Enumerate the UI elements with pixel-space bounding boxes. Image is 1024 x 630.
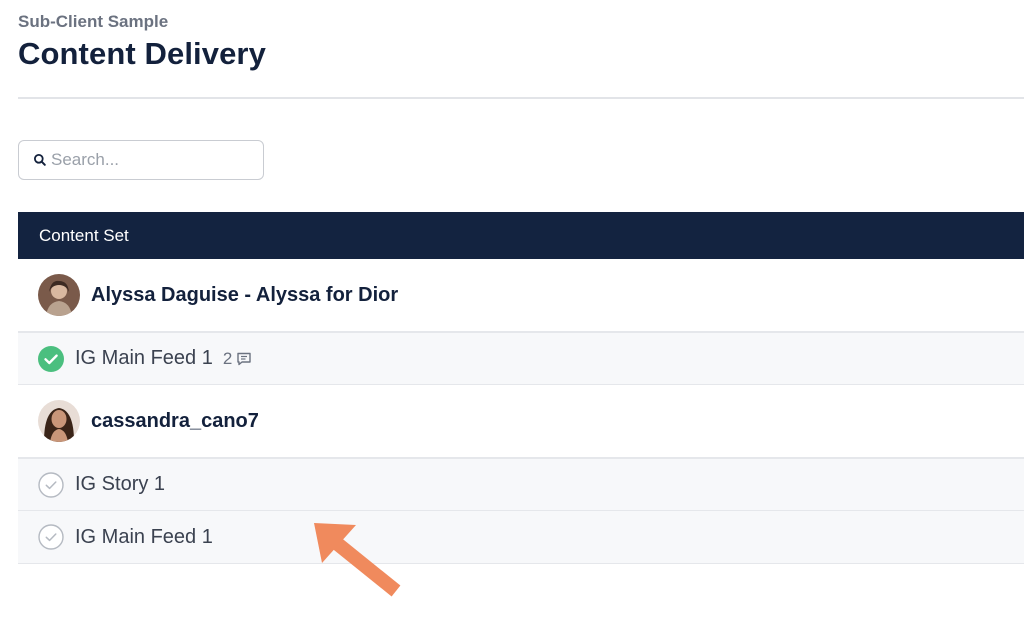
pending-check-icon	[38, 471, 64, 498]
search-icon	[33, 153, 47, 167]
content-set-group[interactable]: cassandra_cano7	[18, 385, 1024, 458]
content-set-group[interactable]: Alyssa Daguise - Alyssa for Dior	[18, 259, 1024, 332]
content-item-label: IG Story 1	[75, 473, 166, 495]
annotation-arrow-icon	[300, 515, 410, 605]
avatar	[38, 400, 80, 442]
page-title: Content Delivery	[18, 36, 266, 71]
content-item-row[interactable]: IG Story 1	[18, 458, 1024, 511]
content-set-table: Content Set Alyssa Daguise - Alyssa for …	[18, 212, 1024, 564]
approved-check-icon	[38, 345, 64, 372]
comment-count: 2	[222, 348, 233, 368]
group-name: Alyssa Daguise - Alyssa for Dior	[91, 283, 399, 306]
header-divider	[18, 97, 1024, 99]
content-item-row[interactable]: IG Main Feed 1	[18, 511, 1024, 564]
comment-icon[interactable]	[236, 351, 252, 367]
pending-check-icon	[38, 524, 64, 550]
search-input[interactable]	[51, 150, 251, 170]
search-box[interactable]	[18, 140, 264, 180]
content-item-label: IG Main Feed 1	[75, 525, 213, 548]
client-name: Sub-Client Sample	[18, 12, 169, 31]
group-name: cassandra_cano7	[91, 409, 259, 432]
content-item-label: IG Main Feed 1	[75, 347, 213, 369]
content-delivery-page: Sub-Client Sample Content Delivery Conte…	[0, 0, 1024, 630]
avatar	[38, 274, 80, 316]
column-header-content-set: Content Set	[18, 212, 1024, 259]
content-item-row[interactable]: IG Main Feed 1 2	[18, 332, 1024, 385]
